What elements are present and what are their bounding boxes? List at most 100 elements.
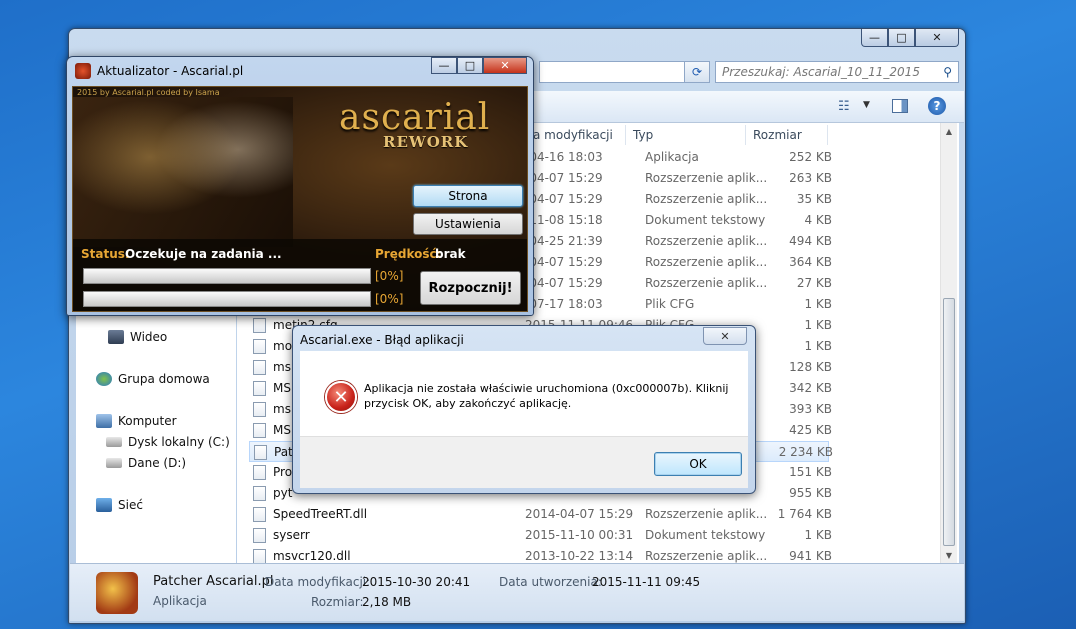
file-type: Rozszerzenie aplik... <box>645 507 768 521</box>
file-date: -04-07 15:29 <box>525 192 603 206</box>
file-row[interactable]: syserr 2015-11-10 00:31 Dokument tekstowy 1… <box>249 525 832 546</box>
file-icon <box>253 486 266 501</box>
close-button[interactable]: ✕ <box>483 57 527 74</box>
file-type: Rozszerzenie aplik... <box>645 276 768 290</box>
chevron-down-icon[interactable]: ▼ <box>863 100 870 110</box>
progress-file-percent: [0%] <box>375 269 404 283</box>
drive-icon <box>106 458 122 468</box>
maximize-button[interactable]: □ <box>888 29 915 47</box>
file-size: 941 KB <box>789 549 832 563</box>
drive-icon <box>106 437 122 447</box>
nav-item-computer[interactable]: Komputer <box>96 414 177 428</box>
start-button[interactable]: Rozpocznij! <box>420 271 521 305</box>
nav-item-drive-c[interactable]: Dysk lokalny (C:) <box>106 435 230 449</box>
file-type: Rozszerzenie aplik... <box>645 255 768 269</box>
size-label: Rozmiar: <box>311 595 364 609</box>
search-icon[interactable]: ⚲ <box>943 65 952 79</box>
nav-item-label: Grupa domowa <box>118 372 210 386</box>
preview-pane-icon[interactable] <box>892 99 908 113</box>
column-divider[interactable] <box>625 125 626 145</box>
dialog-title: Ascarial.exe - Błąd aplikacji <box>300 333 464 347</box>
modified-value: 2015-10-30 20:41 <box>362 575 471 589</box>
size-value: 2,18 MB <box>362 595 412 609</box>
column-date[interactable]: a modyfikacji <box>533 128 613 142</box>
error-message: Aplikacja nie została właściwie uruchomi… <box>364 382 729 410</box>
nav-item-drive-d[interactable]: Dane (D:) <box>106 456 186 470</box>
file-date: 2013-10-22 13:14 <box>525 549 634 563</box>
nav-item-label: Dane (D:) <box>128 456 187 470</box>
search-placeholder: Przeszukaj: Ascarial_10_11_2015 <box>722 65 920 79</box>
column-divider[interactable] <box>827 125 828 145</box>
close-icon[interactable]: ✕ <box>703 327 747 345</box>
scroll-down-icon[interactable]: ▼ <box>941 547 957 563</box>
column-divider[interactable] <box>745 125 746 145</box>
file-name: pyt <box>273 486 293 500</box>
dialog-content: ✕ Aplikacja nie została właściwie urucho… <box>300 351 748 436</box>
file-row[interactable]: SpeedTreeRT.dll 2014-04-07 15:29 Rozszerze… <box>249 504 832 525</box>
progress-total-percent: [0%] <box>375 292 404 306</box>
explorer-caption-buttons: — □ ✕ <box>861 29 959 47</box>
created-value: 2015-11-11 09:45 <box>592 575 701 589</box>
scroll-up-icon[interactable]: ▲ <box>941 123 957 139</box>
ok-button[interactable]: OK <box>654 452 742 476</box>
nav-item-label: Sieć <box>118 498 143 512</box>
file-icon <box>254 445 267 460</box>
refresh-icon[interactable]: ⟳ <box>684 61 710 83</box>
nav-item-video[interactable]: Wideo <box>108 330 167 344</box>
error-icon: ✕ <box>325 381 357 413</box>
details-pane: Patcher Ascarial.pl Aplikacja Data modyf… <box>70 563 964 621</box>
error-dialog: Ascarial.exe - Błąd aplikacji ✕ ✕ Aplika… <box>292 325 756 494</box>
nav-item-network[interactable]: Sieć <box>96 498 143 512</box>
close-button[interactable]: ✕ <box>915 29 959 47</box>
file-size: 494 KB <box>789 234 832 248</box>
vertical-scrollbar[interactable]: ▲ ▼ <box>940 123 957 563</box>
file-size: 425 KB <box>789 423 832 437</box>
file-size: 27 KB <box>796 276 832 290</box>
updater-window: Aktualizator - Ascarial.pl — □ ✕ 2015 by… <box>66 56 534 316</box>
file-name: MS <box>273 423 291 437</box>
speed-label: Prędkość: <box>375 247 442 261</box>
file-date: 2014-04-07 15:29 <box>525 507 634 521</box>
file-size: 955 KB <box>789 486 832 500</box>
file-type: Rozszerzenie aplik... <box>645 234 768 248</box>
modified-label: Data modyfikacji: <box>265 575 371 589</box>
app-icon <box>96 572 138 614</box>
file-size: 364 KB <box>789 255 832 269</box>
file-icon <box>253 549 266 564</box>
minimize-button[interactable]: — <box>861 29 888 47</box>
file-date: -04-07 15:29 <box>525 276 603 290</box>
dialog-footer: OK <box>300 436 748 488</box>
game-logo: ascarial <box>339 97 491 138</box>
website-button[interactable]: Strona <box>413 185 523 207</box>
nav-item-label: Dysk lokalny (C:) <box>128 435 230 449</box>
scroll-thumb[interactable] <box>943 298 955 546</box>
file-size: 35 KB <box>796 192 832 206</box>
column-size[interactable]: Rozmiar <box>753 128 802 142</box>
search-input[interactable]: Przeszukaj: Ascarial_10_11_2015 ⚲ <box>715 61 959 83</box>
change-view-icon[interactable]: ☷ <box>838 99 850 114</box>
file-name: syserr <box>273 528 310 542</box>
file-size: 1 KB <box>804 339 832 353</box>
file-size: 252 KB <box>789 150 832 164</box>
file-date: -04-16 18:03 <box>525 150 603 164</box>
settings-button[interactable]: Ustawienia <box>413 213 523 235</box>
maximize-button[interactable]: □ <box>457 57 483 74</box>
file-size: 151 KB <box>789 465 832 479</box>
file-name: ms <box>273 402 291 416</box>
status-label: Status: <box>81 247 130 261</box>
file-date: -04-07 15:29 <box>525 171 603 185</box>
minimize-button[interactable]: — <box>431 57 457 74</box>
file-type: Aplikacja <box>645 150 699 164</box>
file-icon <box>253 465 266 480</box>
file-date: -07-17 18:03 <box>525 297 603 311</box>
file-icon <box>253 528 266 543</box>
help-icon[interactable]: ? <box>928 97 946 115</box>
column-type[interactable]: Typ <box>633 128 653 142</box>
nav-item-homegroup[interactable]: Grupa domowa <box>96 372 210 386</box>
file-size: 1 KB <box>804 297 832 311</box>
network-icon <box>96 498 112 512</box>
file-icon <box>253 507 266 522</box>
progress-bar-file <box>83 268 371 284</box>
file-date: -11-08 15:18 <box>525 213 603 227</box>
file-type: Rozszerzenie aplik... <box>645 171 768 185</box>
